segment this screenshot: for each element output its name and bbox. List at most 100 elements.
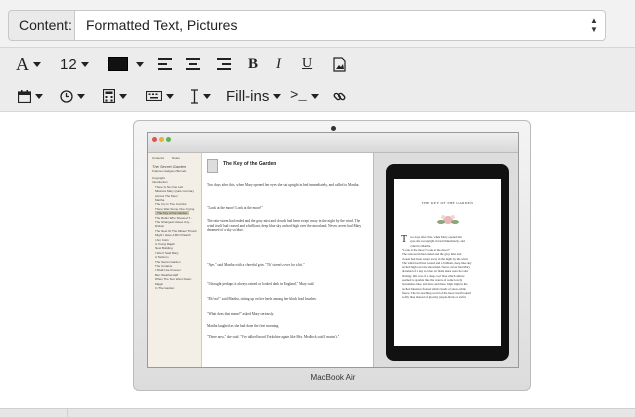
keyboard-icon [146, 91, 162, 101]
binder-item: The Nest Of The Missel Thrush [155, 228, 197, 233]
document-paragraph: "Aye," said Martha with a cheerful grin.… [207, 262, 305, 267]
font-size-button[interactable]: 12 [60, 48, 89, 80]
insert-calculation-button[interactable] [103, 80, 127, 112]
binder-item: I Am Colin [155, 237, 169, 242]
insert-cursor-button[interactable] [190, 80, 211, 112]
insert-keyboard-button[interactable] [146, 80, 174, 112]
chevron-down-icon [33, 61, 41, 67]
binder-item: The Secret Garden [155, 259, 181, 264]
chevron-down-icon [166, 93, 174, 99]
chevron-down-icon [35, 93, 43, 99]
document-paragraph: "Eh! no!" said Martha, sitting up on her… [207, 297, 317, 301]
insert-script-button[interactable]: >_ [290, 80, 319, 112]
binder-item: I Won't Said Mary [155, 250, 179, 255]
binder-item: In The Garden [155, 286, 175, 290]
insert-date-button[interactable] [18, 80, 43, 112]
calendar-icon [18, 89, 31, 103]
binder-item: The Curtains [155, 264, 173, 268]
insert-time-button[interactable] [60, 80, 85, 112]
binder-item: There Was Some One Crying [155, 206, 195, 211]
text-cursor-icon [191, 88, 198, 104]
binder-item: A Young Rajah [155, 242, 175, 246]
binder-item: Mistress Mary Quite Contrary [155, 189, 195, 194]
binder-item: The Robin Who Showed T... [155, 215, 193, 220]
fillins-label: Fill-ins [226, 87, 270, 105]
camera-icon [331, 126, 336, 131]
binder-item: Nest Building [155, 246, 173, 251]
binder-subtitle: Frances Hodgson Burnett [152, 169, 187, 173]
document-paragraph: "There now," she said. "I've talked broa… [207, 335, 340, 339]
close-dot-icon [152, 137, 157, 142]
preview-pane: THE KEY OF THE GARDEN T wo days after th… [373, 153, 518, 367]
content-type-select[interactable]: Formatted Text, Pictures ▲ ▼ [74, 10, 606, 41]
binder-sidebar: Contents Notes The Secret Garden Frances… [148, 153, 202, 367]
binder-item: The Key of the Garden [155, 211, 190, 216]
document-paragraph: The rain-storm had ended and the gray mi… [207, 219, 362, 232]
font-size-value: 12 [60, 55, 77, 73]
content-type-value: Formatted Text, Pictures [86, 17, 238, 33]
app-titlebar [148, 133, 518, 153]
text-color-button[interactable] [108, 48, 144, 80]
align-center-button[interactable] [186, 48, 200, 80]
chevron-down-icon [119, 93, 127, 99]
document-pane: The Key of the Garden Two days after thi… [203, 153, 373, 367]
binder-item: Introduction [152, 180, 168, 185]
binder-item: There Is No One Left [155, 184, 184, 189]
binder-item: Ben Weatherstaff [155, 272, 179, 277]
chevron-down-icon [310, 93, 319, 99]
align-right-button[interactable] [217, 48, 231, 80]
link-icon [333, 92, 346, 100]
font-icon: A [16, 53, 29, 74]
content-row: Content: Formatted Text, Pictures ▲ ▼ [0, 0, 635, 48]
zoom-dot-icon [166, 137, 171, 142]
chevron-down-icon [136, 61, 144, 67]
binder-item: I Shall Live Forever [155, 268, 181, 273]
bold-button[interactable]: B [248, 48, 258, 80]
embedded-image-laptop[interactable]: Contents Notes The Secret Garden Frances… [133, 120, 531, 391]
binder-item: A Tantrum [155, 255, 169, 260]
binder-item: Dickon [155, 224, 165, 229]
document-paragraph: "Look at the moor! Look at the moor!" [207, 205, 263, 210]
binder-item: Copyright [152, 176, 165, 180]
content-label: Content: [8, 10, 74, 41]
chevron-down-icon [203, 93, 211, 99]
binder-tab: Notes [172, 156, 180, 160]
chapter-thumbnail [207, 159, 218, 173]
insert-toolbar: Fill-ins >_ [0, 80, 635, 112]
tablet-page: THE KEY OF THE GARDEN T wo days after th… [394, 179, 501, 346]
drop-cap: T [401, 234, 408, 245]
font-menu-button[interactable]: A [16, 48, 41, 80]
clock-icon [60, 89, 73, 103]
chevron-down-icon [80, 61, 89, 67]
preview-title: THE KEY OF THE GARDEN [421, 201, 474, 205]
binder-item: Might I Have A Bit Of Earth [155, 233, 191, 238]
bottom-tab[interactable] [8, 408, 68, 417]
chapter-title: The Key of the Garden [223, 161, 277, 167]
insert-link-button[interactable] [333, 80, 346, 112]
chevron-down-icon [273, 93, 282, 99]
binder-item: The Cry In The Corridor [155, 202, 187, 207]
document-paragraph: "I thought perhaps it always rained or l… [207, 281, 315, 286]
minimize-dot-icon [159, 137, 164, 142]
binder-item: Martha [155, 198, 165, 202]
formatting-toolbar: A 12 B I U [0, 48, 635, 82]
align-left-icon [158, 58, 172, 70]
preview-line: softly blue instead of gloomy purple-bla… [402, 295, 466, 300]
bottom-bar [0, 408, 635, 417]
binder-item: Across The Moor [155, 193, 178, 198]
chevron-down-icon [77, 93, 85, 99]
color-swatch [108, 57, 128, 71]
binder-item: When The Sun Went Down [155, 277, 192, 282]
align-right-icon [217, 58, 231, 70]
underline-button[interactable]: U [302, 48, 312, 80]
align-center-icon [186, 58, 200, 70]
document-paragraph: Two days after this, when Mary opened he… [207, 183, 360, 187]
italic-button[interactable]: I [276, 48, 281, 80]
fillins-menu-button[interactable]: Fill-ins [226, 80, 282, 112]
insert-image-button[interactable] [333, 48, 346, 80]
terminal-icon: >_ [290, 88, 307, 104]
binder-item: Magic [155, 281, 164, 286]
binder-item: The Strangest House Any... [155, 220, 192, 224]
align-left-button[interactable] [158, 48, 172, 80]
binder-tab: Contents [152, 156, 165, 160]
